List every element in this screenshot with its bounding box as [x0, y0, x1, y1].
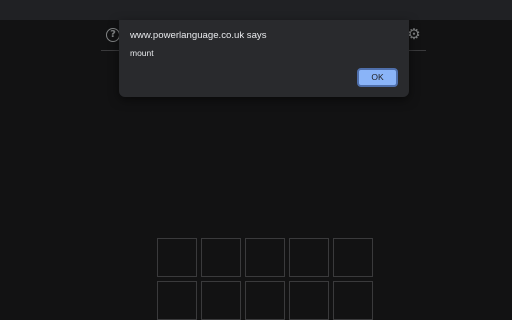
- browser-top-bar: [0, 0, 512, 20]
- board-tile: [289, 238, 329, 277]
- ok-button[interactable]: OK: [357, 68, 398, 87]
- board-tile: [157, 238, 197, 277]
- board-tile: [245, 281, 285, 320]
- board-tile: [289, 281, 329, 320]
- game-board: [157, 238, 373, 320]
- board-tile: [245, 238, 285, 277]
- board-tile: [157, 281, 197, 320]
- dialog-message: mount: [130, 48, 154, 58]
- board-tile: [201, 238, 241, 277]
- help-icon[interactable]: ?: [106, 28, 120, 42]
- board-tile: [333, 281, 373, 320]
- dialog-title: www.powerlanguage.co.uk says: [130, 30, 267, 41]
- board-tile: [333, 238, 373, 277]
- alert-dialog: www.powerlanguage.co.uk says mount OK: [119, 20, 409, 97]
- board-tile: [201, 281, 241, 320]
